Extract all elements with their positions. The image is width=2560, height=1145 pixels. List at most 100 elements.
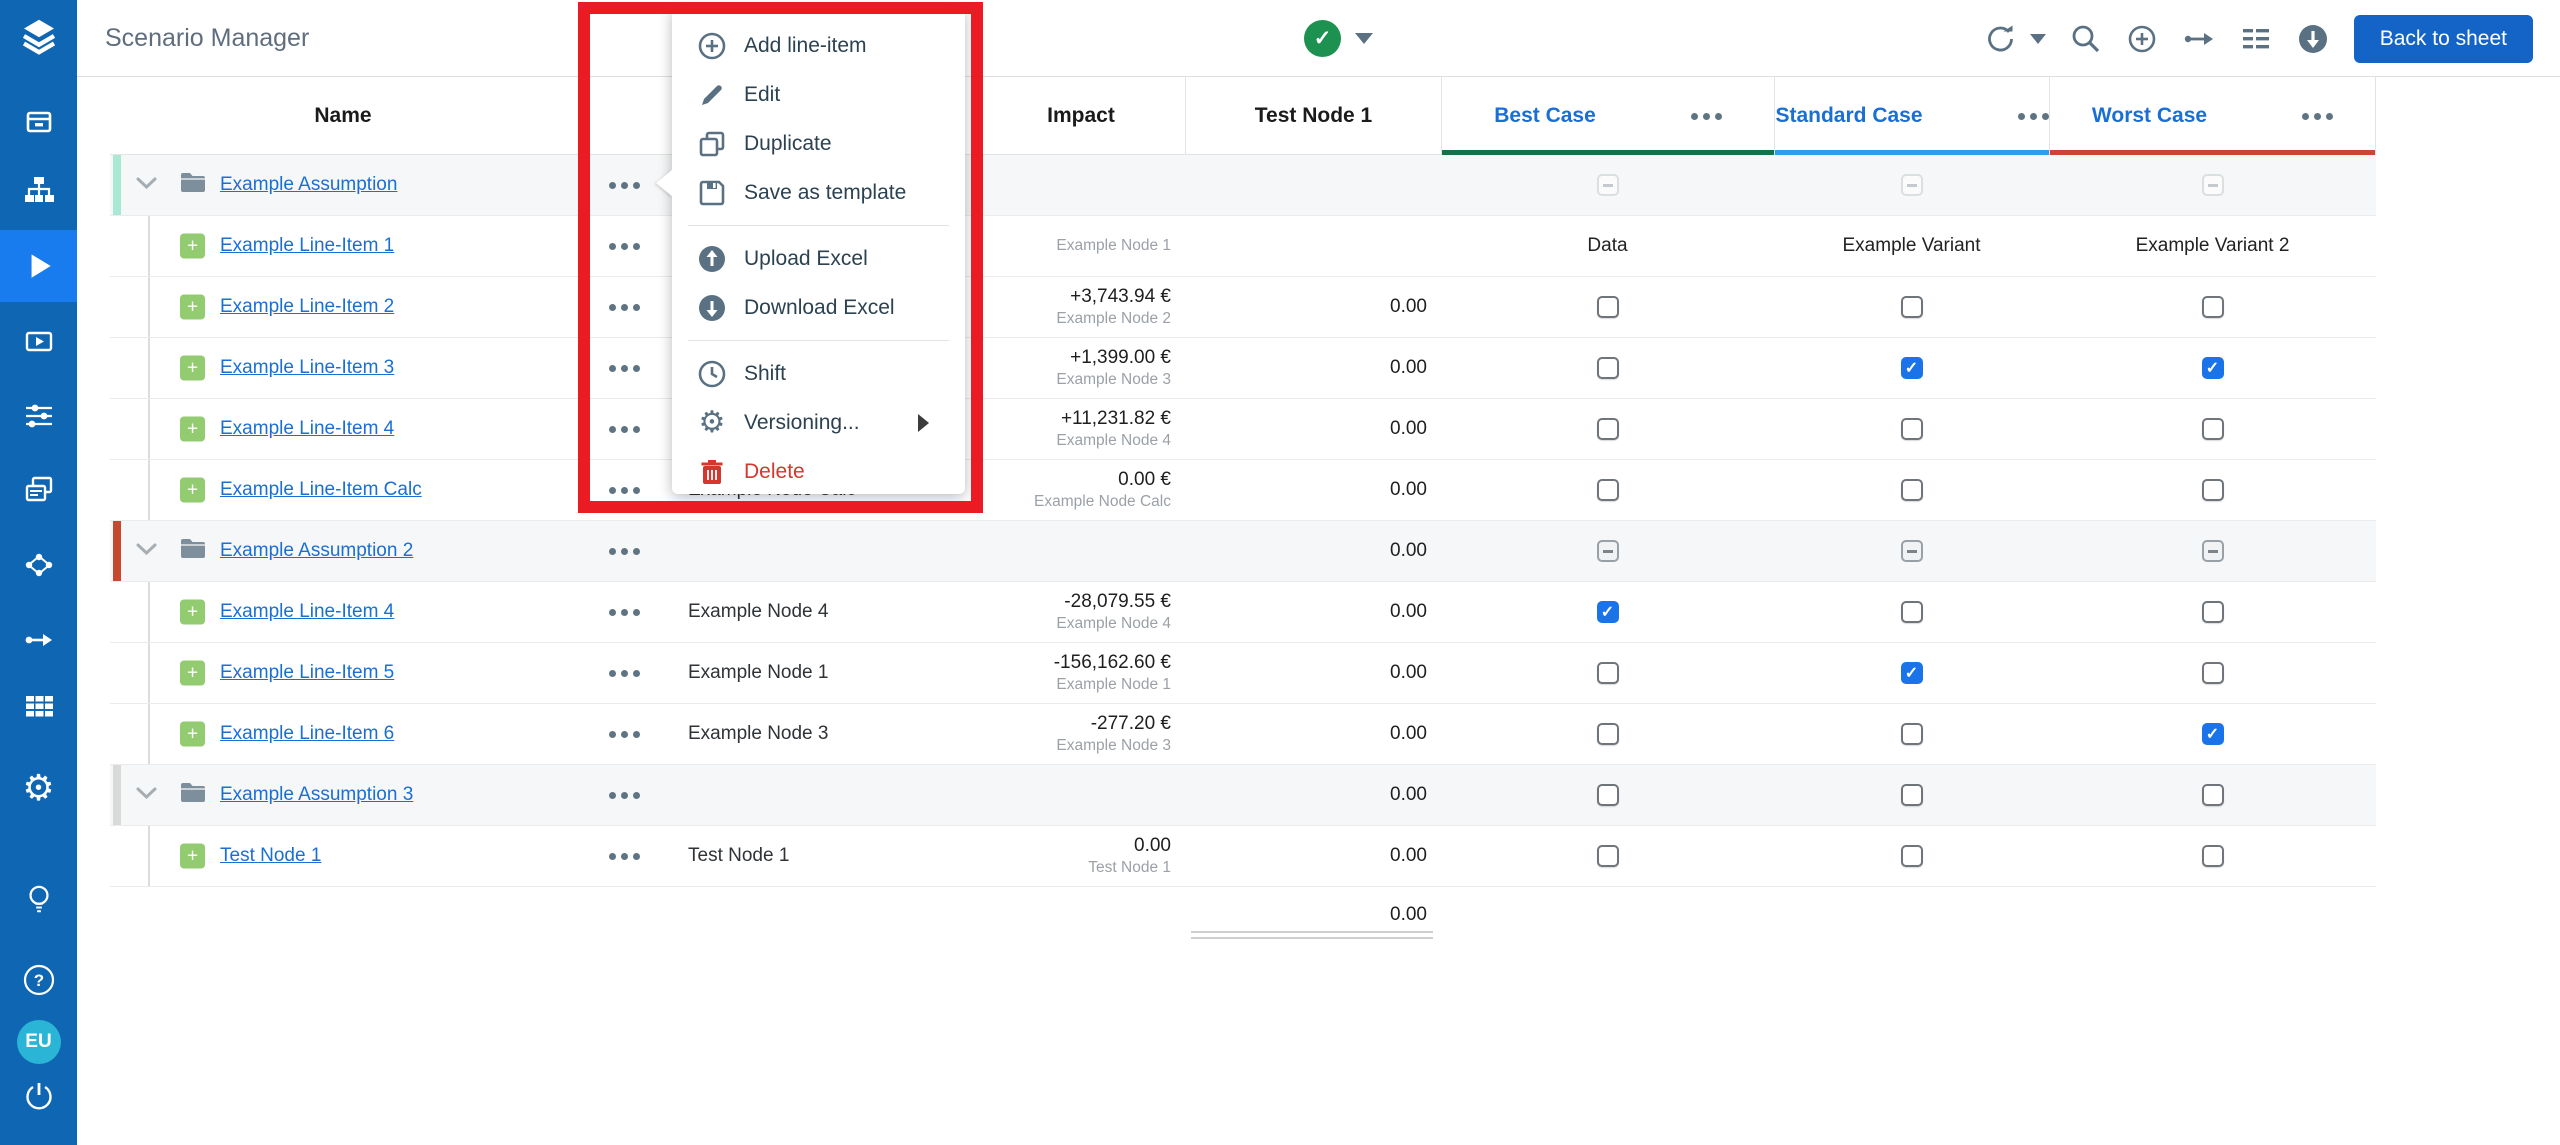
scenario-checkbox-off[interactable] <box>1901 723 1923 745</box>
status-dropdown[interactable]: ✓ <box>1304 0 1373 77</box>
row-menu-dots-button[interactable] <box>596 643 652 703</box>
scenario-checkbox-off[interactable] <box>2202 845 2224 867</box>
scenario-checkbox-ind[interactable] <box>1597 540 1619 562</box>
add-icon-tile[interactable]: + <box>180 417 205 442</box>
menu-item-upload-excel[interactable]: Upload Excel <box>672 234 965 283</box>
row-name-link[interactable]: Example Line-Item 2 <box>220 296 394 318</box>
chevron-down-icon[interactable] <box>136 176 157 194</box>
row-menu-dots-button[interactable] <box>596 277 652 337</box>
row-menu-dots-button[interactable] <box>596 765 652 825</box>
scenario-checkbox-ind[interactable] <box>1901 540 1923 562</box>
scenario-checkbox-on[interactable]: ✓ <box>1901 357 1923 379</box>
menu-item-shift[interactable]: Shift <box>672 349 965 398</box>
menu-item-versioning[interactable]: ⚙Versioning... <box>672 398 965 447</box>
sidebar-item-grid[interactable] <box>0 684 77 728</box>
scenario-checkbox-ind-light[interactable] <box>1901 174 1923 196</box>
menu-item-save-as-template[interactable]: Save as template <box>672 168 965 217</box>
sidebar-item-sitemap[interactable] <box>0 168 77 212</box>
row-name-link[interactable]: Test Node 1 <box>220 845 321 867</box>
add-icon-tile[interactable]: + <box>180 295 205 320</box>
scenario-checkbox-off[interactable] <box>2202 784 2224 806</box>
row-menu-dots-button[interactable] <box>596 704 652 764</box>
sidebar-item-sliders[interactable] <box>0 394 77 438</box>
scenario-checkbox-off[interactable] <box>1597 662 1619 684</box>
row-name-link[interactable]: Example Line-Item 1 <box>220 235 394 257</box>
sidebar-item-presentation[interactable] <box>0 320 77 364</box>
scenario-checkbox-off[interactable] <box>1597 418 1619 440</box>
row-menu-dots-button[interactable] <box>596 460 652 520</box>
menu-item-add-line-item[interactable]: Add line-item <box>672 21 965 70</box>
scenario-checkbox-off[interactable] <box>2202 296 2224 318</box>
row-name-link[interactable]: Example Assumption 2 <box>220 540 413 562</box>
back-to-sheet-button[interactable]: Back to sheet <box>2354 15 2533 63</box>
row-name-link[interactable]: Example Line-Item 4 <box>220 418 394 440</box>
scenario-checkbox-off[interactable] <box>2202 418 2224 440</box>
column-header-best-case[interactable]: Best Case <box>1441 77 1774 155</box>
scenario-checkbox-ind[interactable] <box>2202 540 2224 562</box>
jump-to-icon[interactable] <box>2182 23 2216 55</box>
scenario-checkbox-on[interactable]: ✓ <box>1597 601 1619 623</box>
add-icon-tile[interactable]: + <box>180 722 205 747</box>
refresh-caret-icon[interactable] <box>2030 34 2046 44</box>
add-icon-tile[interactable]: + <box>180 234 205 259</box>
add-icon-tile[interactable]: + <box>180 356 205 381</box>
row-menu-dots-button[interactable] <box>596 582 652 642</box>
scenario-checkbox-off[interactable] <box>1901 845 1923 867</box>
scenario-checkbox-off[interactable] <box>1901 296 1923 318</box>
scenario-checkbox-off[interactable] <box>1597 479 1619 501</box>
scenario-checkbox-on[interactable]: ✓ <box>2202 723 2224 745</box>
scenario-checkbox-off[interactable] <box>1597 357 1619 379</box>
scenario-checkbox-off[interactable] <box>2202 479 2224 501</box>
download-icon[interactable] <box>2296 22 2330 56</box>
case-menu-dots-button[interactable] <box>2302 113 2333 120</box>
sidebar-item-archive[interactable] <box>0 100 77 144</box>
menu-item-edit[interactable]: Edit <box>672 70 965 119</box>
scenario-checkbox-ind-light[interactable] <box>2202 174 2224 196</box>
sidebar-item-scenarios-selected[interactable] <box>0 230 77 302</box>
add-icon-tile[interactable]: + <box>180 661 205 686</box>
sidebar-item-settings[interactable]: ⚙ <box>0 766 77 810</box>
row-name-link[interactable]: Example Line-Item 5 <box>220 662 394 684</box>
refresh-icon[interactable] <box>1984 23 2016 55</box>
sidebar-item-network[interactable] <box>0 543 77 587</box>
column-header-worst-case[interactable]: Worst Case <box>2049 77 2376 155</box>
user-avatar[interactable]: EU <box>0 1020 77 1064</box>
add-icon-tile[interactable]: + <box>180 844 205 869</box>
scenario-checkbox-off[interactable] <box>1597 723 1619 745</box>
add-icon-tile[interactable]: + <box>180 478 205 503</box>
scenario-checkbox-off[interactable] <box>1597 845 1619 867</box>
sidebar-item-help[interactable]: ? <box>0 958 77 1002</box>
row-menu-dots-button[interactable] <box>596 216 652 276</box>
chevron-down-icon[interactable] <box>136 542 157 560</box>
scenario-checkbox-off[interactable] <box>1901 601 1923 623</box>
sidebar-item-logout[interactable] <box>0 1074 77 1118</box>
zoom-in-icon[interactable] <box>2126 23 2158 55</box>
row-name-link[interactable]: Example Line-Item 4 <box>220 601 394 623</box>
case-menu-dots-button[interactable] <box>1691 113 1722 120</box>
row-name-link[interactable]: Example Line-Item 6 <box>220 723 394 745</box>
scenario-checkbox-ind-light[interactable] <box>1597 174 1619 196</box>
row-menu-dots-button[interactable] <box>596 155 652 215</box>
row-menu-dots-button[interactable] <box>596 338 652 398</box>
sidebar-item-flow[interactable] <box>0 618 77 662</box>
row-name-link[interactable]: Example Line-Item Calc <box>220 479 422 501</box>
scenario-checkbox-off[interactable] <box>1901 784 1923 806</box>
scenario-checkbox-off[interactable] <box>1901 418 1923 440</box>
menu-item-delete[interactable]: Delete <box>672 447 965 496</box>
menu-item-download-excel[interactable]: Download Excel <box>672 283 965 332</box>
scenario-checkbox-on[interactable]: ✓ <box>2202 357 2224 379</box>
row-name-link[interactable]: Example Assumption 3 <box>220 784 413 806</box>
sidebar-item-ideas[interactable] <box>0 878 77 922</box>
menu-item-duplicate[interactable]: Duplicate <box>672 119 965 168</box>
case-menu-dots-button[interactable] <box>2018 113 2049 120</box>
list-icon[interactable] <box>2240 23 2272 55</box>
scenario-checkbox-off[interactable] <box>2202 662 2224 684</box>
add-icon-tile[interactable]: + <box>180 600 205 625</box>
sidebar-item-cards[interactable] <box>0 468 77 512</box>
scenario-checkbox-off[interactable] <box>2202 601 2224 623</box>
row-menu-dots-button[interactable] <box>596 399 652 459</box>
scenario-checkbox-off[interactable] <box>1597 784 1619 806</box>
scenario-checkbox-on[interactable]: ✓ <box>1901 662 1923 684</box>
scenario-checkbox-off[interactable] <box>1901 479 1923 501</box>
row-menu-dots-button[interactable] <box>596 826 652 886</box>
